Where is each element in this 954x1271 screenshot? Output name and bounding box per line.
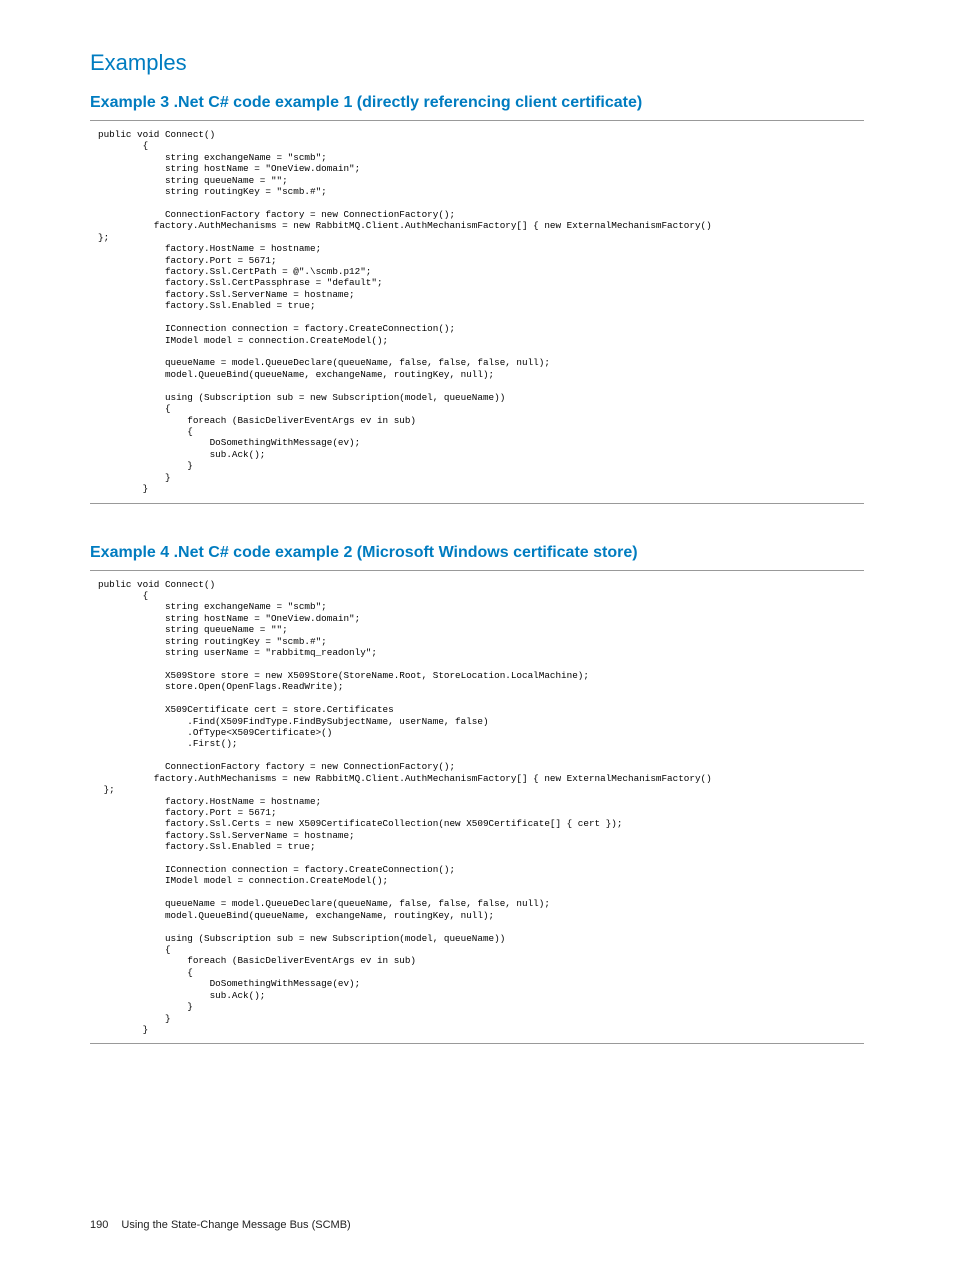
section-title: Examples <box>90 50 864 76</box>
example3-title: Example 3 .Net C# code example 1 (direct… <box>90 94 864 112</box>
example4-code-container: public void Connect() { string exchangeN… <box>90 570 864 1045</box>
example3-code-container: public void Connect() { string exchangeN… <box>90 120 864 504</box>
example3-code: public void Connect() { string exchangeN… <box>90 123 864 501</box>
footer-text: Using the State-Change Message Bus (SCMB… <box>121 1219 350 1231</box>
page-footer: 190 Using the State-Change Message Bus (… <box>90 1219 351 1231</box>
page-number: 190 <box>90 1219 108 1231</box>
example4-title: Example 4 .Net C# code example 2 (Micros… <box>90 544 864 562</box>
example4-code: public void Connect() { string exchangeN… <box>90 573 864 1042</box>
